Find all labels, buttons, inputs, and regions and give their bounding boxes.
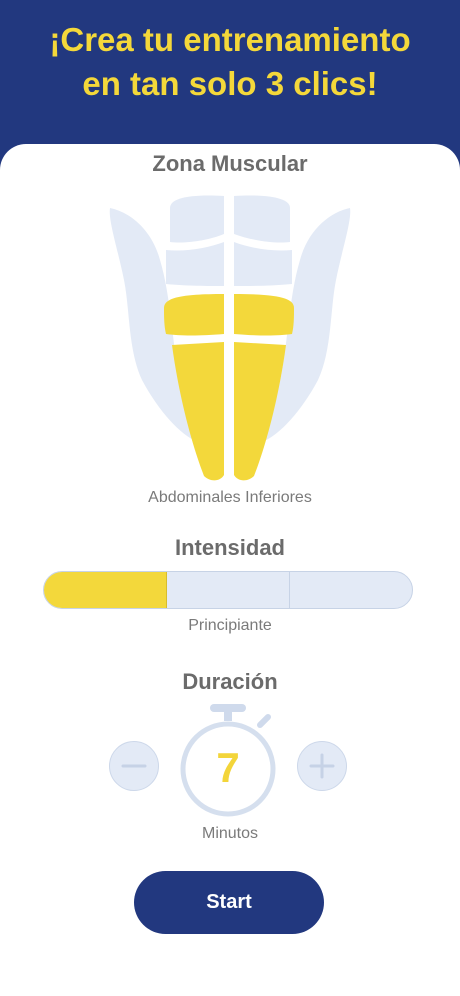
intensity-selector[interactable]	[43, 571, 413, 609]
upper-ab-right-mid[interactable]	[234, 242, 292, 286]
upper-ab-right-top[interactable]	[234, 195, 290, 243]
minus-icon	[121, 764, 147, 768]
intensity-title: Intensidad	[174, 535, 285, 560]
increase-duration-button[interactable]	[297, 741, 347, 791]
duration-title: Duración	[182, 669, 278, 694]
headline-line-2: en tan solo 3 clics!	[82, 65, 378, 102]
duration-value: 7	[216, 744, 240, 791]
intensity-level-3[interactable]	[290, 572, 412, 608]
lower-ab-right-upper[interactable]	[234, 294, 294, 336]
duration-timer: 7	[176, 703, 280, 821]
lower-ab-left-upper[interactable]	[164, 294, 224, 336]
muscle-map[interactable]	[100, 190, 360, 490]
start-button[interactable]: Start	[134, 871, 324, 934]
intensity-level-1[interactable]	[44, 572, 167, 608]
intensity-level-2[interactable]	[167, 572, 290, 608]
decrease-duration-button[interactable]	[109, 741, 159, 791]
muscle-zone-selection: Abdominales Inferiores	[148, 489, 312, 506]
upper-ab-left-top[interactable]	[170, 195, 224, 243]
headline-line-1: ¡Crea tu entrenamiento	[49, 21, 411, 58]
plus-icon	[309, 753, 335, 779]
promo-headline: ¡Crea tu entrenamiento en tan solo 3 cli…	[0, 18, 460, 106]
upper-ab-left-mid[interactable]	[166, 242, 224, 286]
muscle-zone-title: Zona Muscular	[152, 151, 308, 176]
duration-unit-label: Minutos	[201, 825, 259, 842]
intensity-level-label: Principiante	[188, 617, 272, 634]
